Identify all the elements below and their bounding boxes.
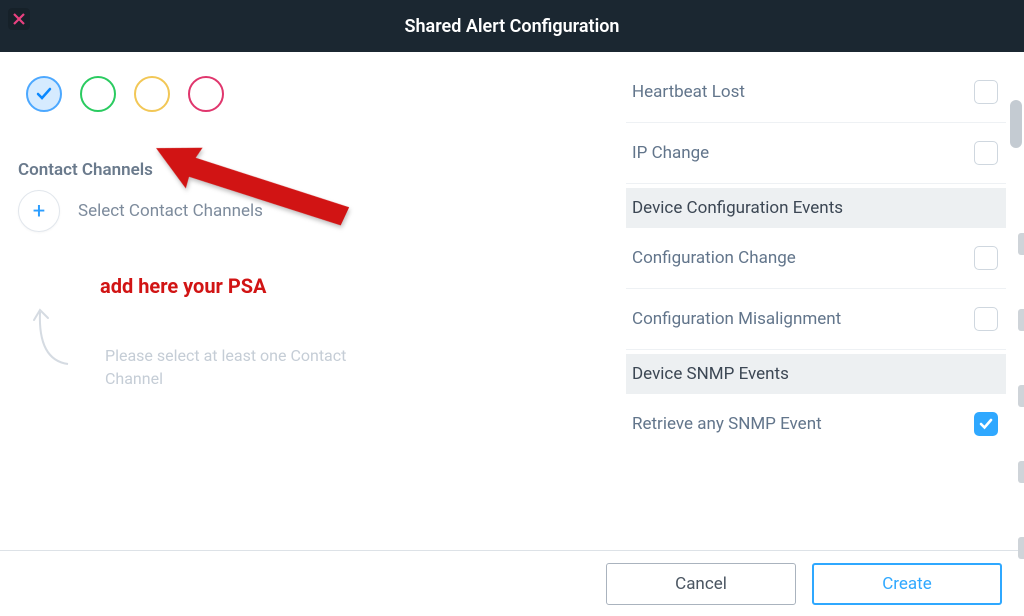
event-row-config-change: Configuration Change (626, 228, 1006, 289)
modal-titlebar: Shared Alert Configuration (0, 0, 1024, 52)
checkbox-config-change[interactable] (974, 246, 998, 270)
event-label: Heartbeat Lost (632, 82, 745, 102)
cancel-button[interactable]: Cancel (606, 563, 796, 605)
modal-footer: Cancel Create (0, 550, 1024, 616)
edge-indicators (1018, 233, 1024, 559)
event-row-heartbeat-lost: Heartbeat Lost (626, 62, 1006, 123)
modal-title: Shared Alert Configuration (405, 16, 620, 37)
severity-color-green[interactable] (80, 76, 116, 112)
left-panel: Contact Channels + Select Contact Channe… (0, 52, 612, 550)
checkbox-config-misalignment[interactable] (974, 307, 998, 331)
right-panel: Heartbeat Lost IP Change Device Configur… (612, 52, 1016, 550)
modal-body: Contact Channels + Select Contact Channe… (0, 52, 1024, 550)
severity-color-blue[interactable] (26, 76, 62, 112)
event-row-ip-change: IP Change (626, 123, 1006, 184)
hint-arrow-icon (30, 302, 80, 376)
plus-icon: + (33, 199, 45, 224)
severity-color-pink[interactable] (188, 76, 224, 112)
checkbox-heartbeat-lost[interactable] (974, 80, 998, 104)
add-contact-channel-button[interactable]: + (18, 190, 60, 232)
create-button[interactable]: Create (812, 563, 1002, 605)
event-group-snmp: Device SNMP Events (626, 354, 1006, 394)
contact-channel-hint: Please select at least one Contact Chann… (105, 344, 405, 390)
close-icon (13, 13, 25, 25)
severity-color-yellow[interactable] (134, 76, 170, 112)
annotation-add-psa: add here your PSA (100, 274, 266, 298)
event-label: IP Change (632, 143, 709, 163)
events-list: Heartbeat Lost IP Change Device Configur… (612, 62, 1016, 454)
close-button[interactable] (8, 8, 30, 30)
checkbox-ip-change[interactable] (974, 141, 998, 165)
event-row-config-misalignment: Configuration Misalignment (626, 289, 1006, 350)
check-icon (35, 85, 53, 103)
event-label: Configuration Misalignment (632, 309, 841, 329)
event-label: Configuration Change (632, 248, 796, 268)
checkbox-retrieve-snmp[interactable] (974, 412, 998, 436)
severity-color-picker (18, 68, 592, 140)
check-icon (979, 417, 993, 431)
event-row-retrieve-snmp: Retrieve any SNMP Event (626, 394, 1006, 454)
event-group-device-config: Device Configuration Events (626, 188, 1006, 228)
scrollbar-thumb[interactable] (1010, 100, 1022, 148)
event-label: Retrieve any SNMP Event (632, 414, 822, 434)
shared-alert-config-modal: Shared Alert Configuration Contact Chann… (0, 0, 1024, 616)
